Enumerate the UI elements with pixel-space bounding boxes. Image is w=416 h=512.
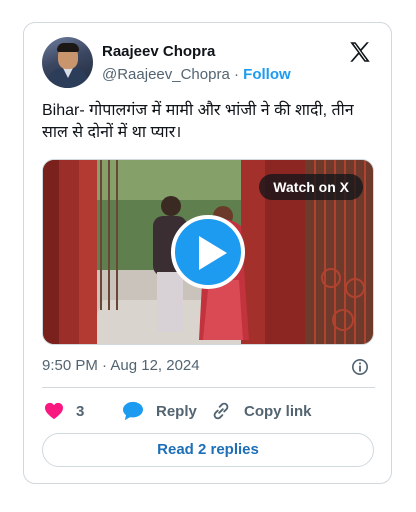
link-icon — [213, 402, 229, 420]
reply-button[interactable]: Reply — [122, 400, 197, 422]
play-button[interactable] — [171, 215, 245, 289]
watch-on-x-button[interactable]: Watch on X — [259, 174, 363, 200]
reply-icon — [123, 401, 143, 421]
heart-icon — [45, 402, 63, 420]
action-bar: 3 Reply Copy link — [42, 400, 378, 422]
author-name[interactable]: Raajeev Chopra — [102, 43, 215, 60]
tweet-timestamp[interactable]: 9:50 PM · Aug 12, 2024 — [42, 357, 200, 374]
like-button[interactable]: 3 — [44, 400, 84, 422]
reply-label: Reply — [156, 402, 197, 420]
play-icon — [199, 236, 227, 270]
tweet-text: Bihar- गोपालगंज में मामी और भांजी ने की … — [42, 102, 354, 141]
separator-dot: · — [233, 66, 239, 83]
read-replies-button[interactable]: Read 2 replies — [42, 433, 374, 467]
copy-link-button[interactable]: Copy link — [210, 400, 312, 422]
copy-link-label: Copy link — [244, 402, 312, 420]
like-count: 3 — [76, 402, 85, 420]
avatar[interactable] — [42, 37, 93, 88]
video-thumbnail[interactable]: Watch on X — [42, 159, 374, 345]
divider — [42, 387, 375, 388]
tweet-card: Raajeev Chopra @Raajeev_Chopra · Follow … — [23, 22, 392, 484]
info-icon[interactable] — [351, 358, 369, 376]
tweet-header: Raajeev Chopra @Raajeev_Chopra · Follow — [42, 37, 375, 89]
author-handle[interactable]: @Raajeev_Chopra — [102, 66, 230, 83]
follow-link[interactable]: Follow — [243, 66, 291, 83]
x-logo-icon[interactable] — [347, 39, 373, 65]
handle-row: @Raajeev_Chopra · Follow — [102, 66, 291, 83]
